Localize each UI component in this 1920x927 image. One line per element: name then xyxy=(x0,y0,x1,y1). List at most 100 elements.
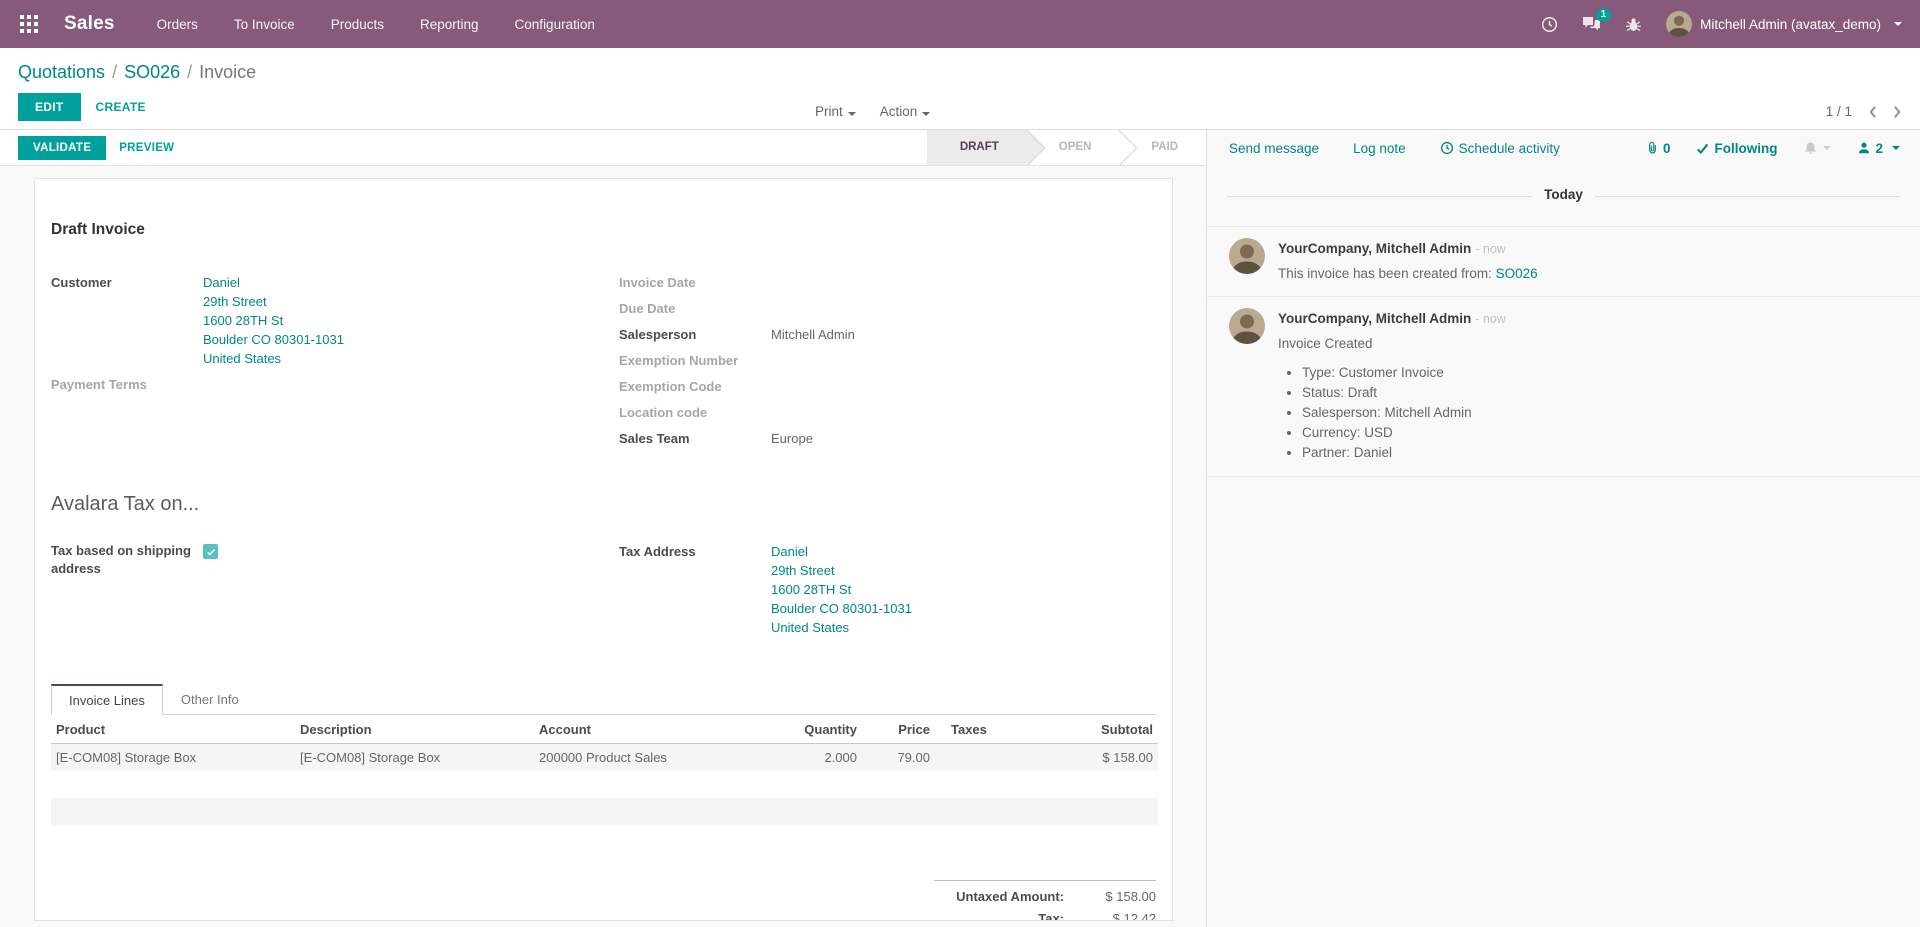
tab-other-info[interactable]: Other Info xyxy=(163,684,257,715)
message-thread: YourCompany, Mitchell Admin - now This inv… xyxy=(1207,226,1920,477)
cell-description[interactable]: [E-COM08] Storage Box xyxy=(295,744,534,772)
send-message-button[interactable]: Send message xyxy=(1229,141,1319,156)
nav-menu-orders[interactable]: Orders xyxy=(157,17,198,32)
empty-cell xyxy=(862,798,935,825)
tax-row: Tax: $ 12.42 xyxy=(934,911,1156,921)
invoice-sheet: Draft Invoice Customer Daniel29th Street… xyxy=(34,178,1173,921)
tax-address-value: Daniel29th Street1600 28TH StBoulder CO … xyxy=(771,542,912,637)
empty-cell xyxy=(295,825,534,852)
column-header-product: Product xyxy=(51,715,295,744)
nav-menu-products[interactable]: Products xyxy=(331,17,384,32)
message-detail-item: Status: Draft xyxy=(1302,383,1900,403)
empty-cell xyxy=(1047,771,1158,798)
nav-menu-to-invoice[interactable]: To Invoice xyxy=(234,17,295,32)
field-location-code: Location code xyxy=(619,403,1156,422)
message-timestamp: - now xyxy=(1475,312,1506,326)
bell-icon xyxy=(1803,141,1818,156)
log-note-button[interactable]: Log note xyxy=(1353,141,1406,156)
edit-button[interactable]: EDIT xyxy=(18,93,81,121)
message-header: YourCompany, Mitchell Admin - now xyxy=(1278,310,1900,328)
tax-address-line[interactable]: Boulder CO 80301-1031 xyxy=(771,599,912,618)
tax-address-line[interactable]: 1600 28TH St xyxy=(771,580,912,599)
message-record-link[interactable]: SO026 xyxy=(1496,266,1538,281)
avalara-section-heading: Avalara Tax on... xyxy=(51,493,1156,516)
print-dropdown[interactable]: Print xyxy=(815,104,856,119)
cell-account[interactable]: 200000 Product Sales xyxy=(534,744,774,772)
create-button[interactable]: CREATE xyxy=(81,93,161,121)
due-date-label: Due Date xyxy=(619,299,771,318)
empty-cell xyxy=(1047,825,1158,852)
empty-cell xyxy=(295,771,534,798)
message-author[interactable]: YourCompany, Mitchell Admin xyxy=(1278,241,1471,256)
customer-address-line[interactable]: 1600 28TH St xyxy=(203,311,344,330)
statusbar: DRAFTOPENPAID xyxy=(927,130,1206,165)
empty-cell xyxy=(935,771,1047,798)
customer-address-line[interactable]: Daniel xyxy=(203,273,344,292)
empty-cell xyxy=(534,798,774,825)
pager-next-icon[interactable] xyxy=(1893,105,1902,119)
nav-menu-reporting[interactable]: Reporting xyxy=(420,17,479,32)
salesperson-value[interactable]: Mitchell Admin xyxy=(771,325,855,344)
empty-cell xyxy=(774,825,862,852)
location-code-label: Location code xyxy=(619,403,771,422)
status-step-draft[interactable]: DRAFT xyxy=(928,130,1027,165)
attachments-button[interactable]: 0 xyxy=(1646,141,1671,156)
tax-address-line[interactable]: United States xyxy=(771,618,912,637)
validate-button[interactable]: VALIDATE xyxy=(18,136,106,160)
app-name[interactable]: Sales xyxy=(64,13,115,35)
invoice-line-row[interactable]: [E-COM08] Storage Box[E-COM08] Storage B… xyxy=(51,744,1158,772)
message-avatar xyxy=(1229,238,1265,274)
shipping-address-checkbox[interactable] xyxy=(203,544,218,559)
cell-taxes[interactable] xyxy=(935,744,1047,772)
field-exemption-code: Exemption Code xyxy=(619,377,1156,396)
messages-icon[interactable]: 1 xyxy=(1582,16,1601,32)
following-button[interactable]: Following xyxy=(1696,141,1777,156)
customer-address: Daniel29th Street1600 28TH StBoulder CO … xyxy=(203,273,344,368)
customer-address-line[interactable]: 29th Street xyxy=(203,292,344,311)
customer-address-line[interactable]: Boulder CO 80301-1031 xyxy=(203,330,344,349)
message-author[interactable]: YourCompany, Mitchell Admin xyxy=(1278,311,1471,326)
form-background: Draft Invoice Customer Daniel29th Street… xyxy=(0,166,1206,927)
breadcrumb-link-so026[interactable]: SO026 xyxy=(124,62,180,82)
pager-previous-icon[interactable] xyxy=(1868,105,1877,119)
breadcrumb-link-quotations[interactable]: Quotations xyxy=(18,62,105,82)
debug-bug-icon[interactable] xyxy=(1625,16,1642,33)
cell-subtotal[interactable]: $ 158.00 xyxy=(1047,744,1158,772)
user-photo xyxy=(1666,11,1692,37)
followers-button[interactable]: 2 xyxy=(1857,141,1900,156)
cell-quantity[interactable]: 2.000 xyxy=(774,744,862,772)
action-caret-icon xyxy=(922,112,930,116)
message-text: This invoice has been created from: SO02… xyxy=(1278,264,1900,283)
cell-price[interactable]: 79.00 xyxy=(862,744,935,772)
attachment-count: 0 xyxy=(1663,141,1671,156)
tax-address-line[interactable]: 29th Street xyxy=(771,561,912,580)
notification-bell-toggle[interactable] xyxy=(1803,141,1831,156)
empty-cell xyxy=(1047,798,1158,825)
pager-value[interactable]: 1 / 1 xyxy=(1826,104,1852,119)
sales-team-label: Sales Team xyxy=(619,429,771,448)
invoice-date-label: Invoice Date xyxy=(619,273,771,292)
chatter-message: YourCompany, Mitchell Admin- nowInvoice … xyxy=(1207,296,1920,477)
message-detail-list: Type: Customer InvoiceStatus: DraftSales… xyxy=(1302,363,1900,463)
user-menu[interactable]: Mitchell Admin (avatax_demo) xyxy=(1666,11,1902,37)
schedule-activity-button[interactable]: Schedule activity xyxy=(1440,141,1560,156)
nav-menu-configuration[interactable]: Configuration xyxy=(515,17,595,32)
preview-button[interactable]: PREVIEW xyxy=(106,136,187,160)
empty-line-row xyxy=(51,825,1158,852)
tax-address-label: Tax Address xyxy=(619,542,771,637)
payment-terms-label: Payment Terms xyxy=(51,375,203,394)
action-dropdown[interactable]: Action xyxy=(880,104,931,119)
tax-address-line[interactable]: Daniel xyxy=(771,542,912,561)
tab-invoice-lines[interactable]: Invoice Lines xyxy=(51,684,163,715)
exemption-code-label: Exemption Code xyxy=(619,377,771,396)
apps-grid-icon[interactable] xyxy=(14,9,44,39)
customer-address-line[interactable]: United States xyxy=(203,349,344,368)
cell-product[interactable]: [E-COM08] Storage Box xyxy=(51,744,295,772)
paperclip-icon xyxy=(1646,141,1659,155)
chatter-toolbar: Send message Log note Schedule activity … xyxy=(1207,130,1920,166)
activities-clock-icon[interactable] xyxy=(1541,16,1558,33)
empty-line-row xyxy=(51,798,1158,825)
tax-label: Tax: xyxy=(1038,911,1064,921)
message-header: YourCompany, Mitchell Admin- now xyxy=(1278,240,1900,258)
sales-team-value[interactable]: Europe xyxy=(771,429,813,448)
